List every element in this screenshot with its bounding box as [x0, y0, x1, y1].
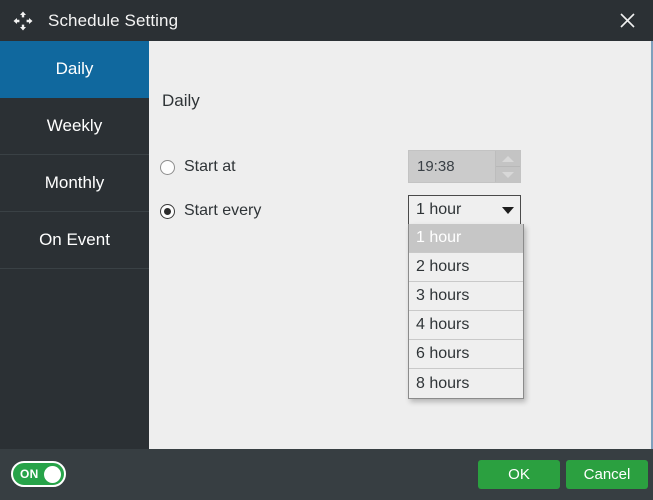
radio-dot [164, 208, 171, 215]
content-panel: Daily Start at 19:38 Start every [149, 41, 652, 449]
sidebar-item-label: Monthly [45, 173, 105, 193]
interval-combobox[interactable]: 1 hour [408, 195, 521, 225]
start-at-row: Start at [160, 152, 236, 182]
page-title: Daily [162, 91, 200, 111]
schedule-setting-window: Schedule Setting Daily Weekly Monthly On… [0, 0, 653, 500]
start-every-row: Start every [160, 196, 261, 226]
start-at-radio[interactable] [160, 160, 175, 175]
dropdown-option[interactable]: 4 hours [409, 311, 523, 340]
sidebar: Daily Weekly Monthly On Event [0, 41, 149, 449]
dropdown-option-label: 3 hours [416, 287, 469, 305]
window-title: Schedule Setting [48, 11, 178, 31]
dropdown-option-label: 2 hours [416, 258, 469, 276]
bottom-bar: ON OK Cancel [0, 449, 653, 500]
dropdown-option-label: 6 hours [416, 345, 469, 363]
sidebar-item-weekly[interactable]: Weekly [0, 98, 149, 155]
enable-toggle-label: ON [20, 467, 39, 481]
sidebar-item-label: Weekly [47, 116, 102, 136]
interval-combobox-value: 1 hour [409, 201, 496, 219]
dropdown-option[interactable]: 6 hours [409, 340, 523, 369]
sidebar-item-label: On Event [39, 230, 110, 250]
dropdown-option-label: 8 hours [416, 375, 469, 393]
enable-toggle[interactable]: ON [11, 461, 66, 487]
title-bar: Schedule Setting [0, 0, 653, 41]
chevron-down-icon[interactable] [496, 207, 520, 214]
start-every-radio[interactable] [160, 204, 175, 219]
dropdown-option[interactable]: 1 hour [409, 224, 523, 253]
start-at-time-field[interactable]: 19:38 [408, 150, 521, 183]
sidebar-item-monthly[interactable]: Monthly [0, 155, 149, 212]
dropdown-option-label: 1 hour [416, 229, 461, 247]
spinner-down-icon[interactable] [496, 167, 520, 182]
cancel-button[interactable]: Cancel [566, 460, 648, 489]
close-icon[interactable] [601, 0, 653, 41]
dropdown-option-label: 4 hours [416, 316, 469, 334]
sidebar-item-label: Daily [56, 59, 94, 79]
start-every-label: Start every [184, 202, 261, 220]
toggle-knob [44, 466, 61, 483]
move-arrows-icon [6, 0, 40, 41]
start-at-label: Start at [184, 158, 236, 176]
sidebar-item-daily[interactable]: Daily [0, 41, 149, 98]
dropdown-option[interactable]: 2 hours [409, 253, 523, 282]
interval-dropdown-list: 1 hour 2 hours 3 hours 4 hours 6 hours 8… [408, 224, 524, 399]
start-at-time-value: 19:38 [409, 151, 495, 182]
sidebar-empty-space [0, 269, 149, 449]
time-spinner [495, 151, 520, 182]
dropdown-option[interactable]: 8 hours [409, 369, 523, 398]
ok-button[interactable]: OK [478, 460, 560, 489]
sidebar-item-on-event[interactable]: On Event [0, 212, 149, 269]
dropdown-option[interactable]: 3 hours [409, 282, 523, 311]
spinner-up-icon[interactable] [496, 151, 520, 167]
